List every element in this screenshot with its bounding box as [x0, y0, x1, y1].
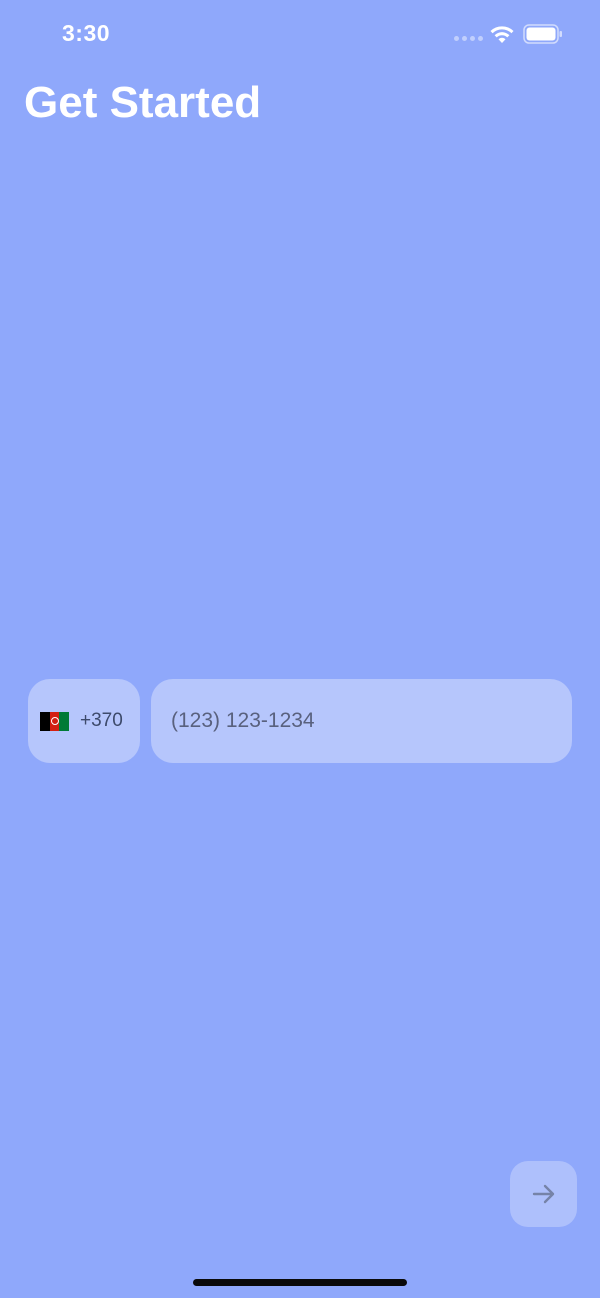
next-button[interactable] [510, 1161, 577, 1227]
afghanistan-flag-icon [40, 711, 69, 731]
dial-code: +370 [80, 710, 123, 731]
wifi-icon [490, 26, 514, 43]
signal-dots-icon [454, 36, 483, 41]
status-time: 3:30 [62, 20, 111, 46]
arrow-right-icon [532, 1184, 554, 1204]
battery-icon [523, 24, 562, 44]
country-code-selector[interactable]: +370 [28, 679, 140, 763]
phone-number-field[interactable] [151, 679, 572, 763]
page-title: Get Started [24, 78, 262, 127]
home-indicator [193, 1279, 407, 1286]
phone-number-input[interactable] [169, 708, 554, 734]
status-bar: 3:30 [0, 0, 600, 70]
